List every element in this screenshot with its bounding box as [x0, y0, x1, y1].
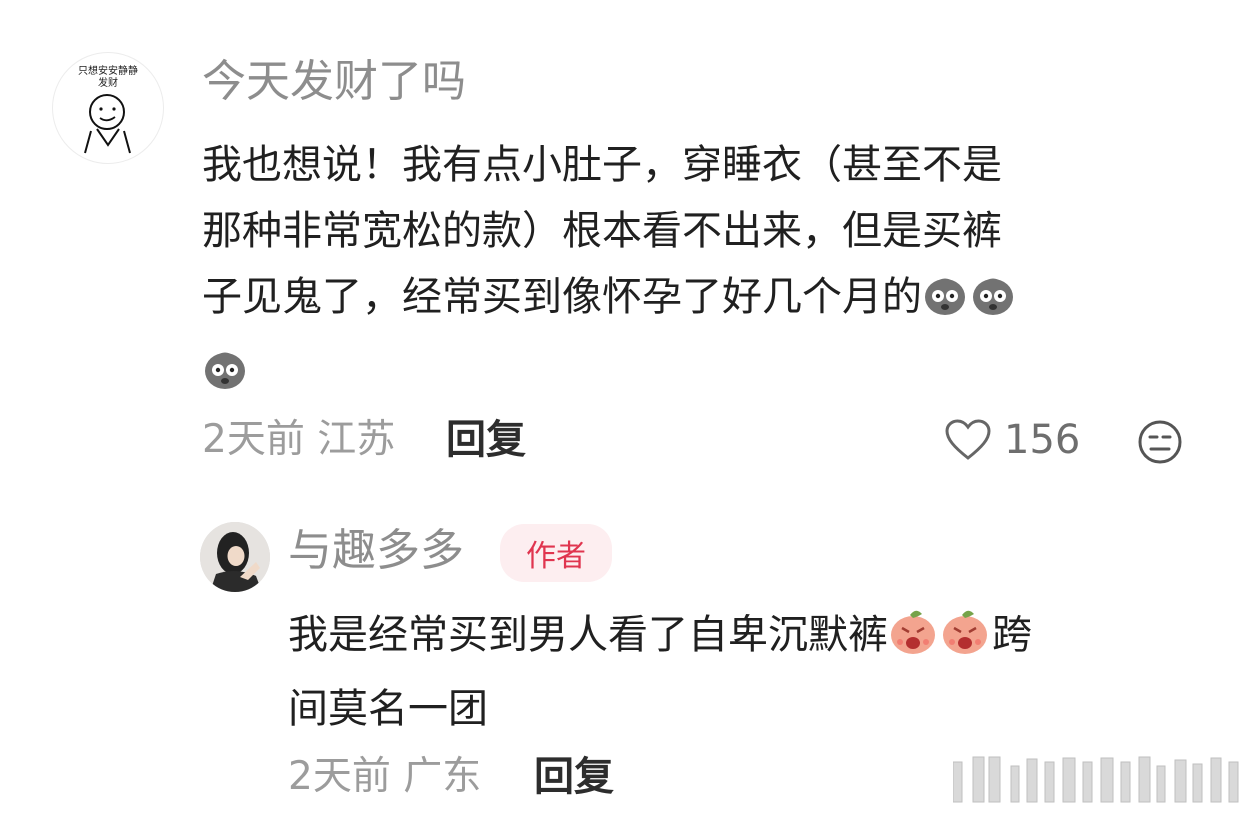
reply-location: 广东	[403, 754, 482, 799]
author-badge: 作者	[500, 524, 612, 582]
comment-line: 那种非常宽松的款）根本看不出来，但是买裤	[202, 208, 1002, 254]
comment-line: 我也想说！我有点小肚子，穿睡衣（甚至不是	[202, 142, 1002, 188]
user-avatar[interactable]: 只想安安静静 发财	[52, 52, 164, 164]
shocked-gray-emoji-icon	[970, 272, 1016, 338]
comment-time: 2天前	[202, 417, 305, 462]
shocked-gray-emoji-icon	[202, 346, 248, 412]
reply-line-tail: 跨	[992, 612, 1032, 658]
reply-avatar[interactable]	[200, 522, 270, 592]
reply-username[interactable]: 与趣多多	[288, 523, 464, 579]
reply-line: 我是经常买到男人看了自卑沉默裤 跨	[288, 602, 1193, 676]
reply-button[interactable]: 回复	[446, 415, 526, 465]
shocked-gray-emoji-icon	[922, 272, 968, 338]
dislike-face-icon	[1138, 420, 1182, 464]
profile-photo-icon	[200, 522, 270, 592]
heart-outline-icon	[945, 419, 991, 460]
reply-line: 间莫名一团	[288, 686, 488, 732]
reply-line-text: 我是经常买到男人看了自卑沉默裤	[288, 612, 888, 658]
dislike-button[interactable]	[1136, 418, 1184, 466]
comment-line	[202, 338, 1192, 412]
watermark	[952, 752, 1253, 812]
comment-line: 子见鬼了，经常买到像怀孕了好几个月的	[202, 264, 1192, 338]
reply-meta: 2天前 广东	[288, 752, 481, 802]
comment-username[interactable]: 今天发财了吗	[202, 54, 466, 110]
like-button[interactable]: 156	[944, 415, 1080, 465]
avatar-caption-top: 只想安安静静	[78, 64, 138, 77]
avatar-caption-bottom: 发财	[98, 76, 118, 89]
reply-time: 2天前	[288, 754, 391, 799]
comment-text: 我也想说！我有点小肚子，穿睡衣（甚至不是 那种非常宽松的款）根本看不出来，但是买…	[202, 132, 1192, 412]
comment-meta: 2天前 江苏	[202, 415, 395, 465]
avatar-sketch-icon: 只想安安静静 发财	[78, 64, 138, 154]
screaming-peach-emoji-icon	[940, 608, 990, 676]
reply-text: 我是经常买到男人看了自卑沉默裤 跨 间莫名一团	[288, 602, 1193, 742]
screaming-peach-emoji-icon	[888, 608, 938, 676]
reply-to-reply-button[interactable]: 回复	[534, 752, 614, 802]
comment-line-text: 子见鬼了，经常买到像怀孕了好几个月的	[202, 274, 922, 320]
comment-location: 江苏	[317, 417, 396, 462]
like-count: 156	[1004, 417, 1081, 463]
